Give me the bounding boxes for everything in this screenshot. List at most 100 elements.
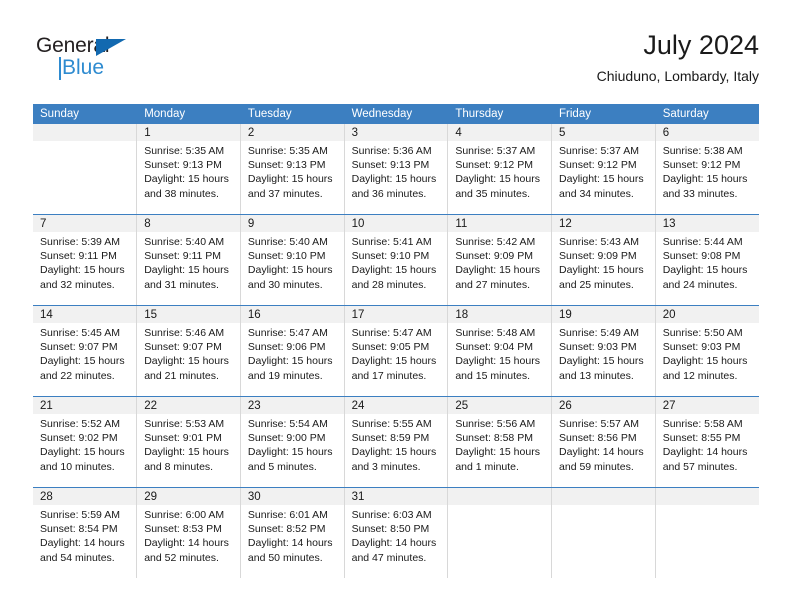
daylight-duration-line2: and 10 minutes. xyxy=(40,460,115,473)
calendar-day-cell[interactable]: 1 Sunrise: 5:35 AM Sunset: 9:13 PM Daylight… xyxy=(136,124,241,215)
sunset-time: Sunset: 8:54 PM xyxy=(40,523,118,536)
sunrise-time: Sunrise: 5:46 AM xyxy=(144,327,225,339)
daylight-duration-line2: and 27 minutes. xyxy=(455,278,531,291)
calendar-day-cell[interactable]: 27 Sunrise: 5:58 AM Sunset: 8:55 PM Dayligh… xyxy=(655,396,759,488)
sunrise-time: Sunrise: 5:57 AM xyxy=(559,418,639,430)
sunrise-time: Sunrise: 5:41 AM xyxy=(351,236,432,248)
day-number: 24 xyxy=(344,397,448,414)
calendar-day-cell[interactable]: 23 Sunrise: 5:54 AM Sunset: 9:00 PM Dayligh… xyxy=(240,396,345,488)
sunrise-time: Sunrise: 5:48 AM xyxy=(455,327,536,339)
daylight-duration-line1: Daylight: 15 hours xyxy=(351,355,437,368)
calendar-day-cell[interactable]: 21 Sunrise: 5:52 AM Sunset: 9:02 PM Dayligh… xyxy=(33,396,138,488)
day-number: 18 xyxy=(448,306,552,323)
day-sun-info: Sunrise: 5:35 AM Sunset: 9:13 PM Daylight:… xyxy=(241,141,344,201)
sunset-time: Sunset: 9:07 PM xyxy=(144,341,222,354)
calendar-week-row: 1 Sunrise: 5:35 AM Sunset: 9:13 PM Daylight… xyxy=(33,124,759,215)
calendar-day-cell[interactable]: 18 Sunrise: 5:48 AM Sunset: 9:04 PM Dayligh… xyxy=(447,305,553,397)
calendar-day-cell[interactable]: 14 Sunrise: 5:45 AM Sunset: 9:07 PM Dayligh… xyxy=(33,305,138,397)
daylight-duration-line1: Daylight: 15 hours xyxy=(40,355,125,368)
day-number: 20 xyxy=(655,306,759,323)
calendar-day-cell[interactable]: 25 Sunrise: 5:56 AM Sunset: 8:58 PM Dayligh… xyxy=(447,396,553,488)
daylight-duration-line2: and 54 minutes. xyxy=(40,551,115,564)
calendar-day-cell[interactable]: 8 Sunrise: 5:40 AM Sunset: 9:11 PM Daylight… xyxy=(136,214,241,306)
sunset-time: Sunset: 9:09 PM xyxy=(559,250,637,263)
daylight-duration-line1: Daylight: 15 hours xyxy=(559,173,644,186)
daylight-duration-line2: and 35 minutes. xyxy=(455,187,531,200)
calendar-grid: Sunday Monday Tuesday Wednesday Thursday… xyxy=(33,104,759,578)
sunset-time: Sunset: 9:06 PM xyxy=(247,341,326,354)
calendar-day-cell[interactable]: 30 Sunrise: 6:01 AM Sunset: 8:52 PM Dayligh… xyxy=(240,487,345,578)
sunset-time: Sunset: 9:13 PM xyxy=(144,159,222,172)
sunrise-time: Sunrise: 5:40 AM xyxy=(247,236,328,248)
day-sun-info: Sunrise: 5:47 AM Sunset: 9:06 PM Daylight:… xyxy=(241,323,344,383)
calendar-day-cell[interactable]: 26 Sunrise: 5:57 AM Sunset: 8:56 PM Dayligh… xyxy=(551,396,656,488)
calendar-day-cell[interactable]: 24 Sunrise: 5:55 AM Sunset: 8:59 PM Dayligh… xyxy=(344,396,449,488)
daylight-duration-line2: and 28 minutes. xyxy=(351,278,427,291)
calendar-day-cell[interactable]: 6 Sunrise: 5:38 AM Sunset: 9:12 PM Daylight… xyxy=(655,124,759,215)
calendar-day-cell[interactable]: 2 Sunrise: 5:35 AM Sunset: 9:13 PM Daylight… xyxy=(240,124,345,215)
day-sun-info: Sunrise: 5:56 AM Sunset: 8:58 PM Daylight:… xyxy=(448,414,551,474)
sunrise-time: Sunrise: 5:49 AM xyxy=(559,327,639,339)
title-block: July 2024 Chiuduno, Lombardy, Italy xyxy=(597,28,759,86)
sunrise-time: Sunrise: 5:56 AM xyxy=(455,418,536,430)
calendar-day-cell[interactable]: 5 Sunrise: 5:37 AM Sunset: 9:12 PM Daylight… xyxy=(551,124,656,215)
calendar-day-cell[interactable]: 31 Sunrise: 6:03 AM Sunset: 8:50 PM Dayligh… xyxy=(344,487,449,578)
calendar-day-cell[interactable]: 20 Sunrise: 5:50 AM Sunset: 9:03 PM Dayligh… xyxy=(655,305,759,397)
day-sun-info: Sunrise: 5:54 AM Sunset: 9:00 PM Daylight:… xyxy=(241,414,344,474)
calendar-day-cell[interactable]: 3 Sunrise: 5:36 AM Sunset: 9:13 PM Daylight… xyxy=(344,124,449,215)
day-sun-info: Sunrise: 5:44 AM Sunset: 9:08 PM Daylight:… xyxy=(656,232,759,292)
calendar-day-cell[interactable]: 11 Sunrise: 5:42 AM Sunset: 9:09 PM Dayligh… xyxy=(447,214,553,306)
daylight-duration-line2: and 50 minutes. xyxy=(247,551,323,564)
sunset-time: Sunset: 9:00 PM xyxy=(247,432,326,445)
logo-accent-bar xyxy=(59,57,61,80)
daylight-duration-line2: and 30 minutes. xyxy=(247,278,323,291)
calendar-day-cell[interactable]: 28 Sunrise: 5:59 AM Sunset: 8:54 PM Dayligh… xyxy=(33,487,138,578)
day-number: 15 xyxy=(137,306,240,323)
daylight-duration-line2: and 32 minutes. xyxy=(40,278,115,291)
day-sun-info: Sunrise: 5:41 AM Sunset: 9:10 PM Daylight:… xyxy=(345,232,448,292)
day-sun-info: Sunrise: 5:53 AM Sunset: 9:01 PM Daylight:… xyxy=(137,414,240,474)
daylight-duration-line1: Daylight: 15 hours xyxy=(559,264,644,277)
calendar-day-cell[interactable]: 10 Sunrise: 5:41 AM Sunset: 9:10 PM Dayligh… xyxy=(344,214,449,306)
day-sun-info: Sunrise: 5:39 AM Sunset: 9:11 PM Daylight:… xyxy=(33,232,136,292)
calendar-day-cell[interactable]: 17 Sunrise: 5:47 AM Sunset: 9:05 PM Dayligh… xyxy=(344,305,449,397)
sunrise-time: Sunrise: 6:00 AM xyxy=(144,509,225,521)
day-sun-info: Sunrise: 5:59 AM Sunset: 8:54 PM Daylight:… xyxy=(33,505,136,565)
calendar-day-cell-empty xyxy=(655,487,759,578)
daylight-duration-line2: and 3 minutes. xyxy=(351,460,421,473)
calendar-day-cell[interactable]: 7 Sunrise: 5:39 AM Sunset: 9:11 PM Daylight… xyxy=(33,214,138,306)
day-number: 12 xyxy=(552,215,655,232)
daylight-duration-line2: and 1 minute. xyxy=(455,460,519,473)
sunrise-time: Sunrise: 5:52 AM xyxy=(40,418,120,430)
calendar-day-cell[interactable]: 4 Sunrise: 5:37 AM Sunset: 9:12 PM Daylight… xyxy=(447,124,553,215)
daylight-duration-line1: Daylight: 14 hours xyxy=(144,537,229,550)
daylight-duration-line2: and 37 minutes. xyxy=(247,187,323,200)
daylight-duration-line1: Daylight: 14 hours xyxy=(40,537,125,550)
day-number: 25 xyxy=(448,397,552,414)
calendar-day-cell[interactable]: 22 Sunrise: 5:53 AM Sunset: 9:01 PM Dayligh… xyxy=(136,396,241,488)
calendar-day-cell[interactable]: 13 Sunrise: 5:44 AM Sunset: 9:08 PM Dayligh… xyxy=(655,214,759,306)
calendar-day-cell[interactable]: 9 Sunrise: 5:40 AM Sunset: 9:10 PM Daylight… xyxy=(240,214,345,306)
calendar-day-cell[interactable]: 12 Sunrise: 5:43 AM Sunset: 9:09 PM Dayligh… xyxy=(551,214,656,306)
daylight-duration-line1: Daylight: 15 hours xyxy=(144,446,229,459)
sunrise-time: Sunrise: 5:42 AM xyxy=(455,236,536,248)
calendar-week-row: 14 Sunrise: 5:45 AM Sunset: 9:07 PM Dayligh… xyxy=(33,305,759,397)
weekday-header-saturday: Saturday xyxy=(655,104,759,124)
day-sun-info: Sunrise: 5:40 AM Sunset: 9:10 PM Daylight:… xyxy=(241,232,344,292)
calendar-day-cell-empty xyxy=(447,487,553,578)
daylight-duration-line2: and 33 minutes. xyxy=(662,187,738,200)
weekday-header-wednesday: Wednesday xyxy=(344,104,449,124)
calendar-day-cell[interactable]: 15 Sunrise: 5:46 AM Sunset: 9:07 PM Dayligh… xyxy=(136,305,241,397)
calendar-day-cell[interactable]: 29 Sunrise: 6:00 AM Sunset: 8:53 PM Dayligh… xyxy=(136,487,241,578)
triangle-icon xyxy=(96,39,126,56)
day-sun-info: Sunrise: 5:52 AM Sunset: 9:02 PM Daylight:… xyxy=(33,414,136,474)
daylight-duration-line2: and 13 minutes. xyxy=(559,369,634,382)
daylight-duration-line1: Daylight: 15 hours xyxy=(40,446,125,459)
calendar-week-row: 21 Sunrise: 5:52 AM Sunset: 9:02 PM Dayligh… xyxy=(33,396,759,488)
calendar-day-cell[interactable]: 16 Sunrise: 5:47 AM Sunset: 9:06 PM Dayligh… xyxy=(240,305,345,397)
sunrise-time: Sunrise: 5:35 AM xyxy=(247,145,328,157)
daylight-duration-line1: Daylight: 15 hours xyxy=(662,173,748,186)
daylight-duration-line1: Daylight: 15 hours xyxy=(351,173,437,186)
calendar-day-cell[interactable]: 19 Sunrise: 5:49 AM Sunset: 9:03 PM Dayligh… xyxy=(551,305,656,397)
day-sun-info: Sunrise: 6:01 AM Sunset: 8:52 PM Daylight:… xyxy=(241,505,344,565)
